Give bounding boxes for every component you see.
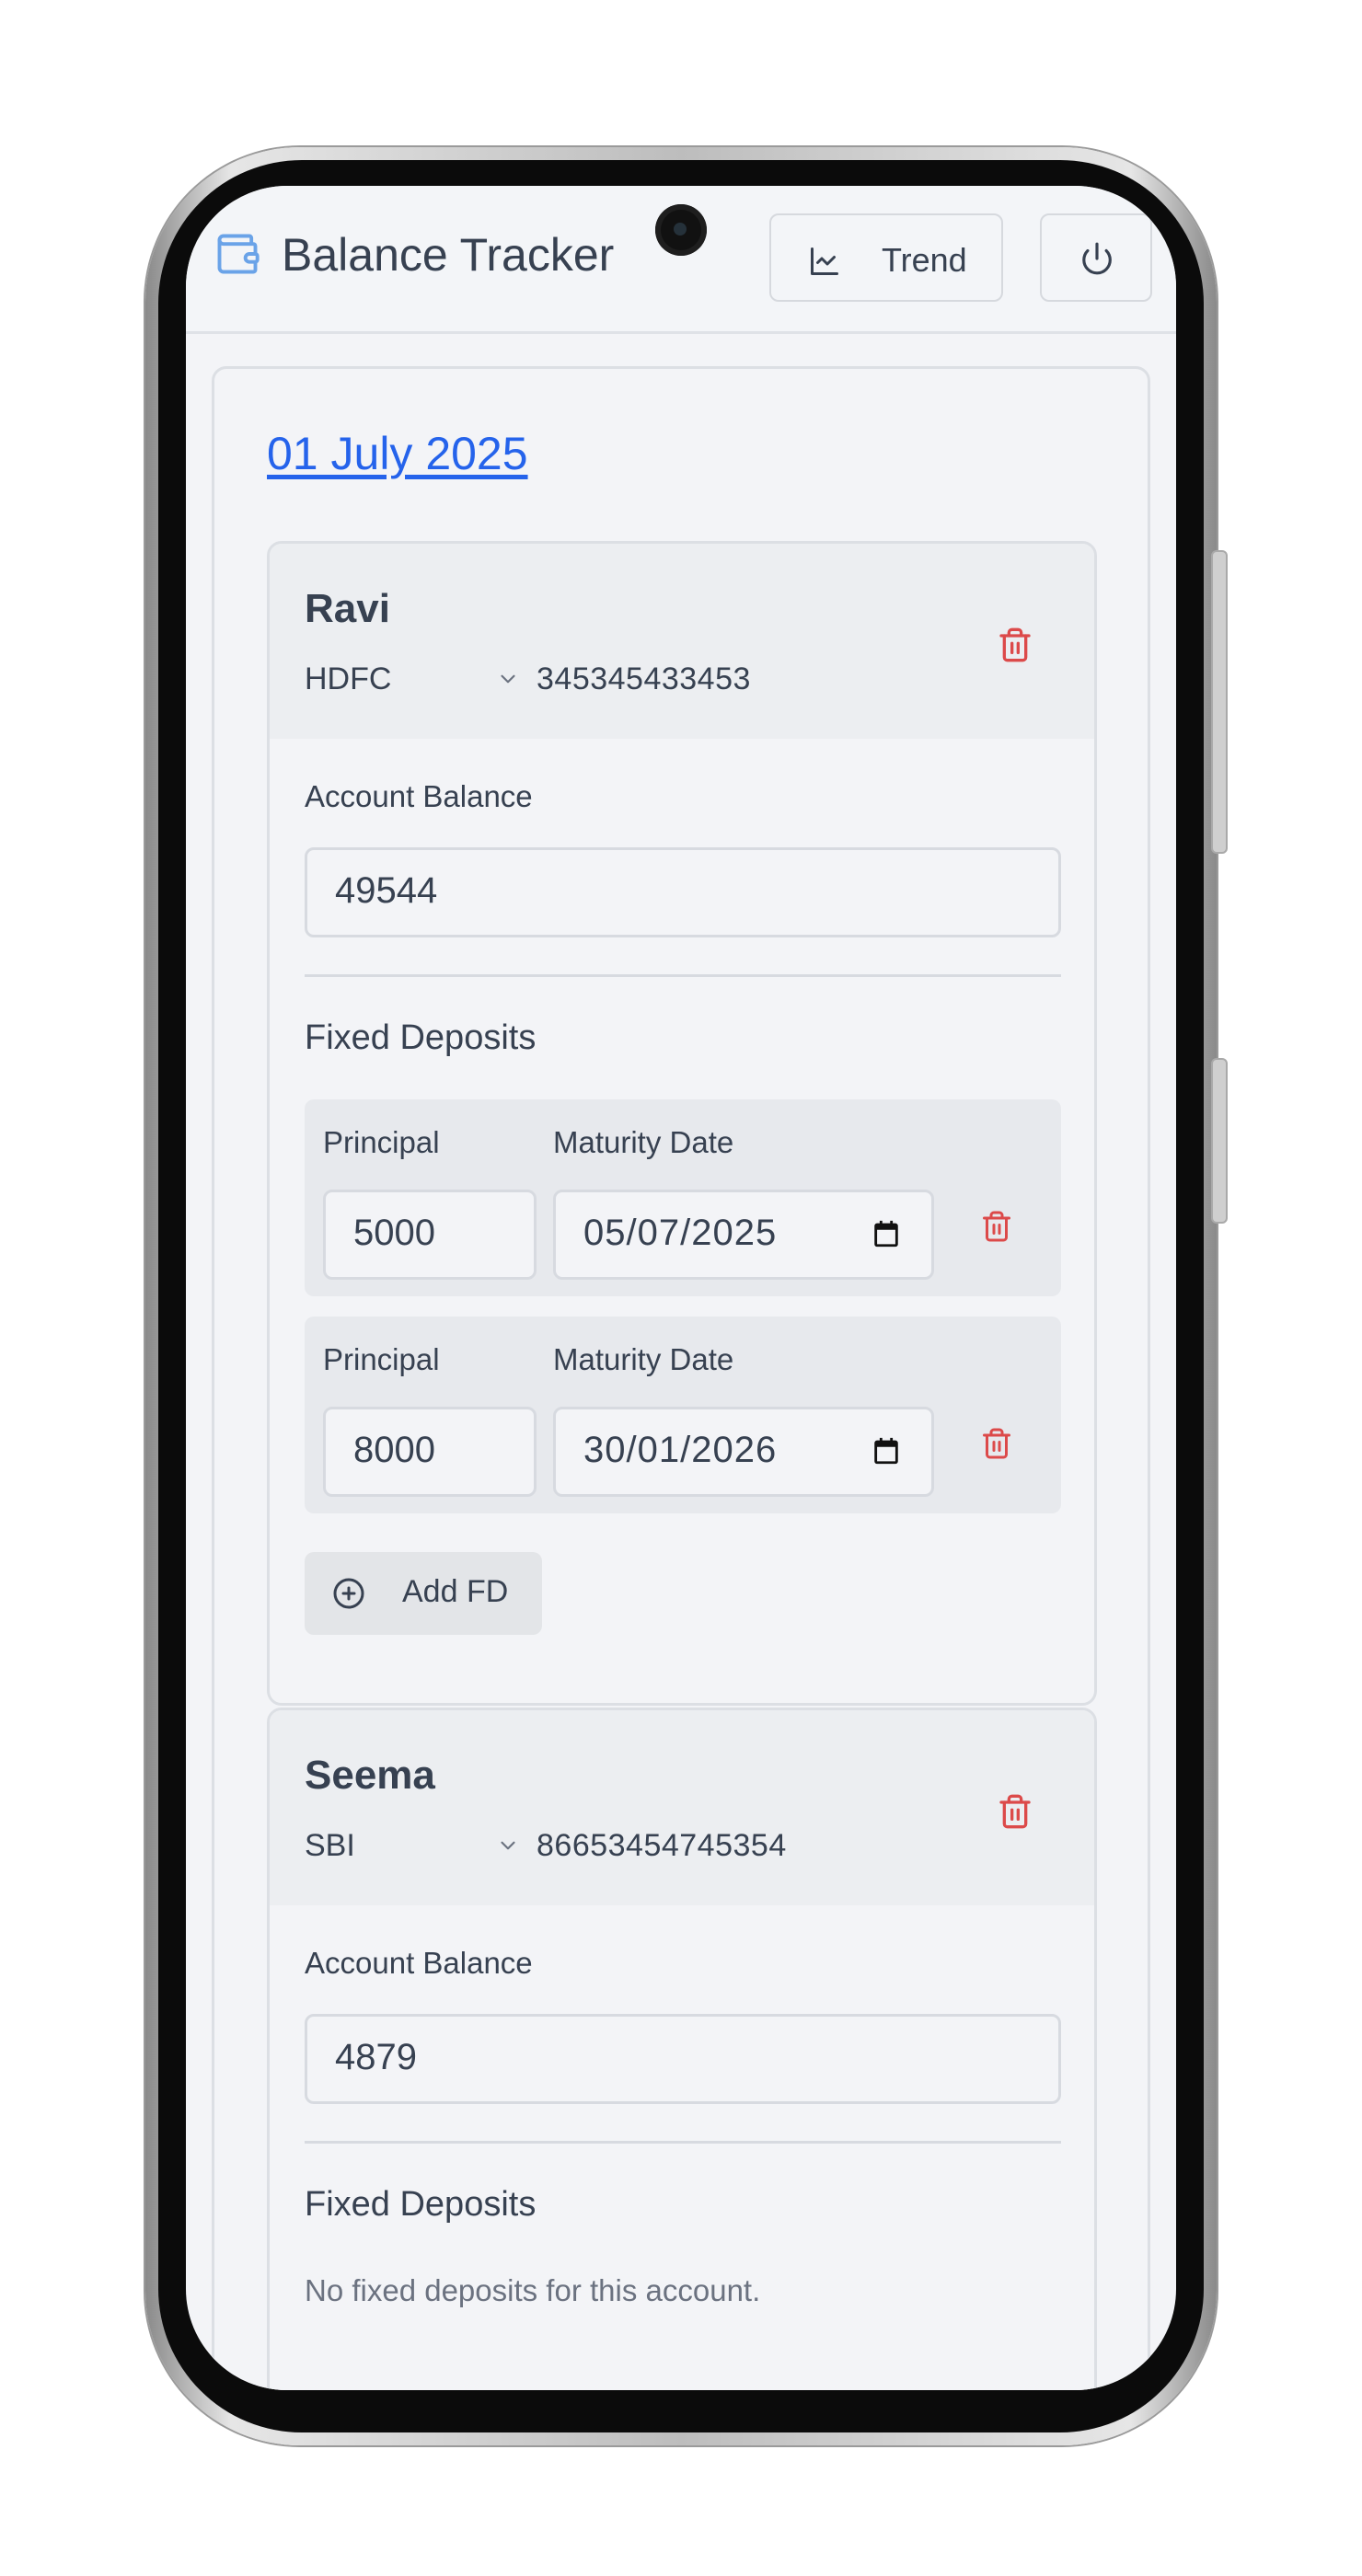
principal-value: 8000 bbox=[353, 1430, 435, 1470]
account-number[interactable]: 345345433453 bbox=[537, 661, 751, 697]
chevron-down-icon bbox=[501, 674, 515, 684]
app-screen: Balance Tracker Trend 01 July 2025 Ravi … bbox=[186, 186, 1176, 2390]
empty-fd-message: No fixed deposits for this account. bbox=[305, 2273, 761, 2307]
fd-row: Principal Maturity Date 8000 30/01/2026 bbox=[305, 1317, 1061, 1513]
principal-label: Principal bbox=[323, 1342, 440, 1376]
principal-value: 5000 bbox=[353, 1213, 435, 1253]
account-balance-label: Account Balance bbox=[305, 779, 533, 813]
account-balance-input[interactable]: 49544 bbox=[305, 847, 1061, 937]
delete-account-icon[interactable] bbox=[997, 1791, 1033, 1832]
account-holder-name: Ravi bbox=[305, 586, 390, 631]
fd-row: Principal Maturity Date 5000 05/07/2025 bbox=[305, 1099, 1061, 1296]
principal-label: Principal bbox=[323, 1125, 440, 1159]
divider bbox=[305, 2141, 1061, 2144]
chevron-down-icon bbox=[501, 1841, 515, 1850]
power-icon bbox=[1082, 242, 1112, 275]
divider bbox=[305, 974, 1061, 977]
add-fd-label: Add FD bbox=[402, 1574, 509, 1609]
snapshot-date-link[interactable]: 01 July 2025 bbox=[267, 427, 528, 480]
delete-account-icon[interactable] bbox=[997, 625, 1033, 665]
account-header: Seema SBI 86653454745354 bbox=[270, 1710, 1094, 1905]
account-number[interactable]: 86653454745354 bbox=[537, 1828, 787, 1864]
calendar-icon[interactable] bbox=[871, 1435, 902, 1466]
trend-button[interactable]: Trend bbox=[769, 213, 1003, 302]
trend-button-label: Trend bbox=[882, 241, 967, 279]
app-title: Balance Tracker bbox=[282, 229, 615, 281]
principal-input[interactable]: 8000 bbox=[323, 1407, 537, 1497]
fixed-deposits-heading: Fixed Deposits bbox=[305, 2185, 537, 2224]
wallet-icon bbox=[217, 234, 260, 274]
bank-select-value: SBI bbox=[305, 1828, 355, 1863]
calendar-icon[interactable] bbox=[871, 1218, 902, 1249]
account-balance-input[interactable]: 4879 bbox=[305, 2014, 1061, 2104]
account-balance-label: Account Balance bbox=[305, 1946, 533, 1980]
add-fd-button[interactable]: Add FD bbox=[305, 1552, 542, 1635]
plus-circle-icon bbox=[333, 1578, 364, 1609]
principal-input[interactable]: 5000 bbox=[323, 1190, 537, 1280]
line-chart-icon bbox=[811, 247, 838, 275]
maturity-date-value: 30/01/2026 bbox=[583, 1430, 778, 1470]
power-side-button bbox=[1211, 1058, 1228, 1224]
volume-button bbox=[1211, 550, 1228, 854]
maturity-date-input[interactable]: 30/01/2026 bbox=[553, 1407, 934, 1497]
maturity-date-label: Maturity Date bbox=[553, 1342, 734, 1376]
account-holder-name: Seema bbox=[305, 1753, 435, 1798]
bank-select[interactable]: HDFC bbox=[305, 658, 544, 698]
logout-button[interactable] bbox=[1040, 213, 1152, 302]
maturity-date-input[interactable]: 05/07/2025 bbox=[553, 1190, 934, 1280]
delete-fd-icon[interactable] bbox=[980, 1208, 1013, 1245]
maturity-date-value: 05/07/2025 bbox=[583, 1213, 778, 1253]
front-camera bbox=[655, 204, 707, 256]
account-header: Ravi HDFC 345345433453 bbox=[270, 544, 1094, 739]
delete-fd-icon[interactable] bbox=[980, 1425, 1013, 1462]
account-card: Ravi HDFC 345345433453 Account Balance 4… bbox=[267, 541, 1097, 1706]
bank-select[interactable]: SBI bbox=[305, 1824, 544, 1865]
account-card: Seema SBI 86653454745354 Account Balance… bbox=[267, 1708, 1097, 2390]
bank-select-value: HDFC bbox=[305, 661, 392, 696]
fixed-deposits-heading: Fixed Deposits bbox=[305, 1018, 537, 1057]
maturity-date-label: Maturity Date bbox=[553, 1125, 734, 1159]
